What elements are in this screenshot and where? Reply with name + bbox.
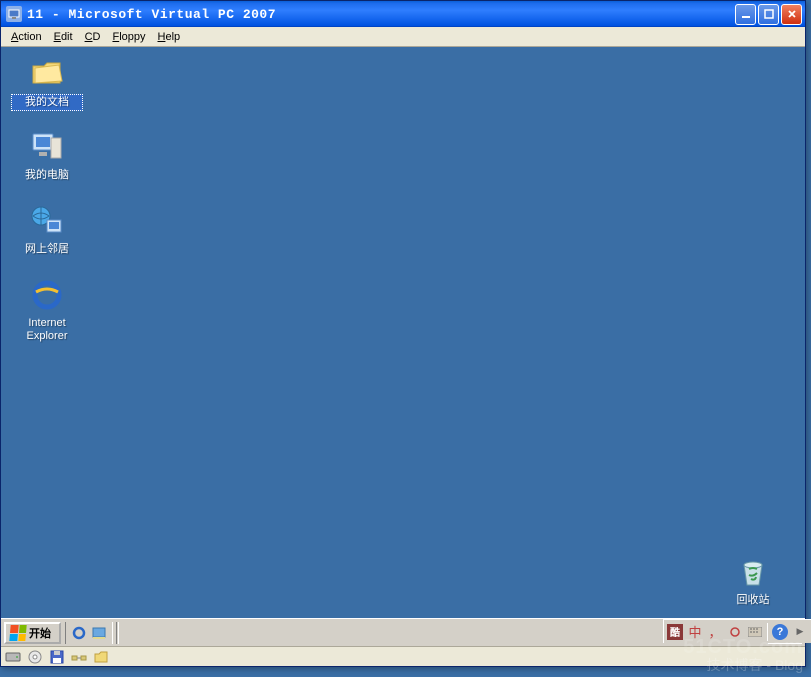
desktop-icon-label: 我的电脑 xyxy=(11,168,83,183)
maximize-button[interactable] xyxy=(758,4,779,25)
desktop-icon-label: 我的文档 xyxy=(11,94,83,111)
ie-quicklaunch-icon[interactable] xyxy=(70,624,88,642)
tray-chevron-icon[interactable]: ▶ xyxy=(792,624,808,640)
network-status-icon[interactable] xyxy=(71,649,87,665)
menu-floppy[interactable]: Floppy xyxy=(106,29,151,45)
menu-cd[interactable]: CD xyxy=(79,29,107,45)
desktop-icon-documents[interactable]: 我的文档 xyxy=(11,55,83,111)
desktop-icon-ie[interactable]: InternetExplorer xyxy=(11,277,83,344)
cd-icon[interactable] xyxy=(27,649,43,665)
titlebar[interactable]: 11 - Microsoft Virtual PC 2007 xyxy=(1,1,805,27)
menu-help[interactable]: Help xyxy=(152,29,187,45)
guest-desktop[interactable]: 我的文档 我的电脑 网上邻居 InternetExplorer 回收站 xyxy=(1,47,805,646)
floppy-icon[interactable] xyxy=(49,649,65,665)
folder-icon xyxy=(29,55,65,91)
start-button[interactable]: 开始 xyxy=(4,622,61,644)
taskbar-separator xyxy=(116,622,119,644)
desktop-icon-recycle[interactable]: 回收站 xyxy=(717,554,789,608)
virtual-pc-window: 11 - Microsoft Virtual PC 2007 Action Ed… xyxy=(0,0,806,667)
help-icon[interactable]: ? xyxy=(772,624,788,640)
menu-edit[interactable]: Edit xyxy=(48,29,79,45)
desktop-icon-computer[interactable]: 我的电脑 xyxy=(11,129,83,183)
recycle-bin-icon xyxy=(735,554,771,590)
menu-action[interactable]: Action xyxy=(5,29,48,45)
desktop-quicklaunch-icon[interactable] xyxy=(90,624,108,642)
computer-icon xyxy=(29,129,65,165)
tray-divider xyxy=(767,623,768,641)
ime-keypad-icon[interactable] xyxy=(747,624,763,640)
windows-flag-icon xyxy=(9,625,26,641)
network-icon xyxy=(29,203,65,239)
ime-lang-icon[interactable]: 中 xyxy=(687,624,703,640)
vpc-app-icon xyxy=(6,6,22,22)
desktop-icon-label: 回收站 xyxy=(717,593,789,608)
menubar: Action Edit CD Floppy Help xyxy=(1,27,805,47)
shared-folder-icon[interactable] xyxy=(93,649,109,665)
quick-launch xyxy=(65,622,113,644)
ime-icon[interactable]: 酷 xyxy=(667,624,683,640)
ie-icon xyxy=(29,277,65,313)
ime-shape-icon[interactable] xyxy=(727,624,743,640)
desktop-icon-label: 网上邻居 xyxy=(11,242,83,257)
ime-punct-icon[interactable]: ， xyxy=(707,624,723,640)
desktop-icon-label: InternetExplorer xyxy=(11,316,83,344)
close-button[interactable] xyxy=(781,4,802,25)
host-taskbar-tray: 酷 中 ， ? ▶ xyxy=(663,619,811,643)
desktop-icon-network[interactable]: 网上邻居 xyxy=(11,203,83,257)
minimize-button[interactable] xyxy=(735,4,756,25)
window-title: 11 - Microsoft Virtual PC 2007 xyxy=(27,7,735,22)
start-label: 开始 xyxy=(29,625,51,641)
vpc-status-toolbar xyxy=(1,646,805,666)
window-control-buttons xyxy=(735,4,802,25)
harddisk-icon[interactable] xyxy=(5,649,21,665)
